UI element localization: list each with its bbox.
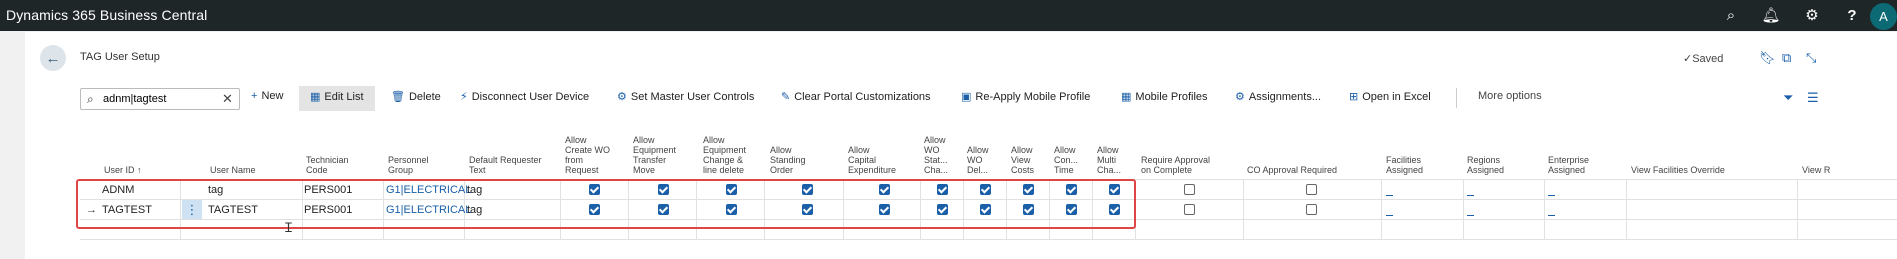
col-header-user-id[interactable]: User ID ↑ bbox=[104, 165, 142, 175]
require-approval-checkbox[interactable] bbox=[1184, 184, 1195, 195]
facilities-link[interactable] bbox=[1386, 195, 1393, 196]
col-divider bbox=[1626, 180, 1627, 240]
enterprise-link[interactable] bbox=[1548, 215, 1555, 216]
col-header-require-approval[interactable]: Require Approval on Complete bbox=[1141, 155, 1210, 175]
more-options-button[interactable]: More options bbox=[1478, 90, 1542, 102]
col-header-allow-equip-transfer[interactable]: Allow Equipment Transfer Move bbox=[633, 135, 676, 175]
search-input[interactable] bbox=[103, 92, 213, 106]
co-approval-checkbox[interactable] bbox=[1306, 204, 1317, 215]
require-approval-checkbox[interactable] bbox=[1184, 204, 1195, 215]
excel-icon: ⊞ bbox=[1349, 91, 1359, 103]
enterprise-link[interactable] bbox=[1548, 195, 1555, 196]
col-divider bbox=[1381, 180, 1382, 240]
col-divider bbox=[1463, 180, 1464, 240]
col-header-allow-con-time[interactable]: Allow Con... Time bbox=[1054, 145, 1078, 175]
regions-link[interactable] bbox=[1467, 195, 1474, 196]
col-header-personnel-group[interactable]: Personnel Group bbox=[388, 155, 429, 175]
profiles-icon: ▦ bbox=[1121, 91, 1132, 103]
col-header-allow-wo-stat[interactable]: Allow WO Stat... Cha... bbox=[924, 135, 948, 175]
mobile-profiles-button[interactable]: ▦ Mobile Profiles bbox=[1121, 90, 1208, 104]
col-divider bbox=[1797, 180, 1798, 240]
col-header-view-r[interactable]: View R bbox=[1802, 165, 1830, 175]
col-header-allow-view-costs[interactable]: Allow View Costs bbox=[1011, 145, 1034, 175]
bell-icon[interactable]: 🔔︎ bbox=[1761, 6, 1780, 24]
col-header-allow-create-wo[interactable]: Allow Create WO from Request bbox=[565, 135, 610, 175]
co-approval-checkbox[interactable] bbox=[1306, 184, 1317, 195]
page-title: TAG User Setup bbox=[80, 51, 160, 63]
col-header-user-name[interactable]: User Name bbox=[210, 165, 256, 175]
col-header-regions[interactable]: Regions Assigned bbox=[1467, 155, 1504, 175]
col-header-allow-capital[interactable]: Allow Capital Expenditure bbox=[848, 145, 896, 175]
edit-list-button[interactable]: ▦ Edit List bbox=[310, 90, 364, 104]
col-divider bbox=[1544, 180, 1545, 240]
trash-icon: 🗑︎ bbox=[391, 91, 405, 103]
open-new-window-icon[interactable]: ⧉ bbox=[1782, 50, 1791, 66]
arrow-left-icon: ← bbox=[45, 49, 61, 67]
collapse-icon[interactable]: ⤡ bbox=[1806, 50, 1816, 66]
new-button[interactable]: + New bbox=[251, 90, 283, 102]
filter-icon[interactable]: ⏷ bbox=[1783, 90, 1793, 106]
assignments-button[interactable]: ⚙ Assignments... bbox=[1235, 90, 1321, 104]
clear-portal-button[interactable]: ✎ Clear Portal Customizations bbox=[781, 90, 931, 104]
col-header-enterprise[interactable]: Enterprise Assigned bbox=[1548, 155, 1589, 175]
col-divider bbox=[1243, 180, 1244, 240]
clear-search-icon[interactable]: ✕ bbox=[222, 91, 233, 107]
search-field[interactable]: ⌕ ✕ bbox=[80, 88, 240, 110]
row-divider bbox=[80, 239, 1897, 240]
col-header-co-approval[interactable]: CO Approval Required bbox=[1247, 165, 1337, 175]
top-bar: Dynamics 365 Business Central ⌕ 🔔︎ ⚙ ? A bbox=[0, 0, 1897, 31]
clear-icon: ✎ bbox=[781, 91, 791, 103]
search-icon: ⌕ bbox=[87, 92, 94, 106]
regions-link[interactable] bbox=[1467, 215, 1474, 216]
col-header-allow-equip-change[interactable]: Allow Equipment Change & line delete bbox=[703, 135, 746, 175]
col-header-allow-standing-order[interactable]: Allow Standing Order bbox=[770, 145, 806, 175]
col-header-allow-multi[interactable]: Allow Multi Cha... bbox=[1097, 145, 1121, 175]
app-title[interactable]: Dynamics 365 Business Central bbox=[6, 7, 207, 23]
search-icon[interactable]: ⌕ bbox=[1722, 6, 1740, 24]
col-header-facilities[interactable]: Facilities Assigned bbox=[1386, 155, 1423, 175]
gear-icon[interactable]: ⚙ bbox=[1803, 6, 1821, 24]
back-button[interactable]: ← bbox=[40, 45, 66, 71]
saved-status: ✓Saved bbox=[1683, 53, 1724, 65]
col-header-tech-code[interactable]: Technician Code bbox=[306, 155, 349, 175]
delete-button[interactable]: 🗑︎ Delete bbox=[391, 90, 441, 104]
open-in-excel-button[interactable]: ⊞ Open in Excel bbox=[1349, 90, 1431, 104]
text-cursor-icon: Ｉ bbox=[282, 220, 296, 235]
set-master-controls-button[interactable]: ⚙ Set Master User Controls bbox=[617, 90, 754, 104]
facilities-link[interactable] bbox=[1386, 215, 1393, 216]
master-controls-icon: ⚙ bbox=[617, 91, 627, 103]
grid-edit-icon: ▦ bbox=[310, 91, 321, 103]
toolbar-separator bbox=[1456, 88, 1457, 108]
list-view-icon[interactable]: ☰ bbox=[1807, 90, 1819, 106]
highlight-annotation bbox=[76, 179, 1136, 229]
bookmark-icon[interactable]: 🔖︎ bbox=[1759, 50, 1776, 66]
disconnect-icon: ⚡ bbox=[460, 91, 468, 103]
disconnect-device-button[interactable]: ⚡ Disconnect User Device bbox=[460, 90, 589, 104]
avatar[interactable]: A bbox=[1870, 3, 1897, 30]
reapply-mobile-profile-button[interactable]: ▣ Re-Apply Mobile Profile bbox=[961, 90, 1090, 104]
plus-icon: + bbox=[251, 90, 258, 102]
help-icon[interactable]: ? bbox=[1843, 6, 1861, 24]
mobile-icon: ▣ bbox=[961, 91, 972, 103]
col-header-view-facilities[interactable]: View Facilities Override bbox=[1631, 165, 1725, 175]
assignments-icon: ⚙ bbox=[1235, 91, 1245, 103]
col-header-default-requester[interactable]: Default Requester Text bbox=[469, 155, 542, 175]
col-header-allow-wo-del[interactable]: Allow WO Del... bbox=[967, 145, 989, 175]
